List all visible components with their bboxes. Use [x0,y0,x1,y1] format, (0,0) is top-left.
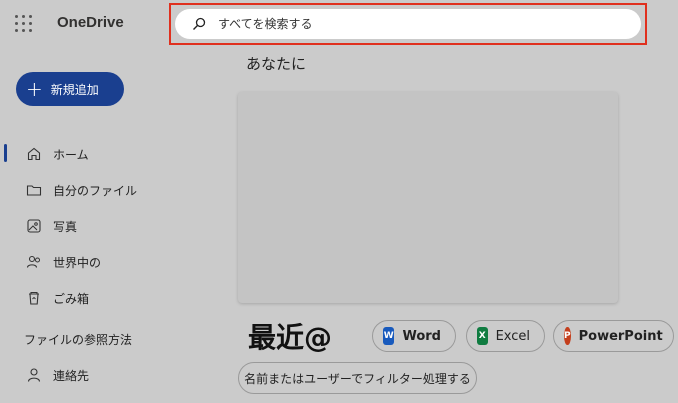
filter-excel-button[interactable]: X Excel [466,320,545,352]
excel-icon: X [477,327,488,345]
person-icon [25,366,43,384]
sidebar-item-label: 自分のファイル [53,183,138,198]
photo-icon [25,217,43,235]
sidebar-item-contacts[interactable]: 連絡先 [0,357,200,393]
new-button[interactable]: + 新規追加 [16,72,124,106]
sidebar-item-label: ごみ箱 [53,291,90,306]
sidebar-item-label: 連絡先 [53,368,90,383]
sidebar-item-my-files[interactable]: 自分のファイル [0,172,200,208]
filter-powerpoint-button[interactable]: P PowerPoint [553,320,674,352]
filter-by-name-button[interactable]: 名前またはユーザーでフィルター処理する [238,362,477,394]
sidebar-nav: ホーム 自分のファイル 写真 世界中の ごみ箱 [0,136,200,316]
powerpoint-icon: P [564,327,571,345]
word-icon: W [383,327,395,345]
people-icon [25,253,43,271]
filter-powerpoint-label: PowerPoint [578,328,663,344]
browse-files-by-heading: ファイルの参照方法 [24,333,133,347]
app-launcher-icon[interactable] [15,15,33,33]
sidebar-item-label: 世界中の [53,255,102,270]
sidebar-item-label: 写真 [53,219,78,234]
plus-icon: + [26,77,43,101]
sidebar-item-photos[interactable]: 写真 [0,208,200,244]
sidebar-item-label: ホーム [53,147,89,162]
filter-word-label: Word [402,328,441,344]
recycle-bin-icon [25,289,43,307]
folder-icon [25,181,43,199]
sidebar-item-recycle-bin[interactable]: ごみ箱 [0,280,200,316]
search-box[interactable] [175,9,641,39]
app-brand[interactable]: OneDrive [57,14,124,31]
filter-word-button[interactable]: W Word [372,320,456,352]
recent-heading: 最近@ [248,321,333,354]
for-you-heading: あなたに [246,55,307,73]
new-button-label: 新規追加 [50,82,99,97]
home-icon [25,145,43,163]
filter-excel-label: Excel [495,328,530,344]
for-you-card[interactable] [238,92,618,303]
sidebar-item-home[interactable]: ホーム [0,136,200,172]
search-input[interactable] [218,17,518,31]
sidebar-item-shared[interactable]: 世界中の [0,244,200,280]
search-icon [190,15,208,33]
